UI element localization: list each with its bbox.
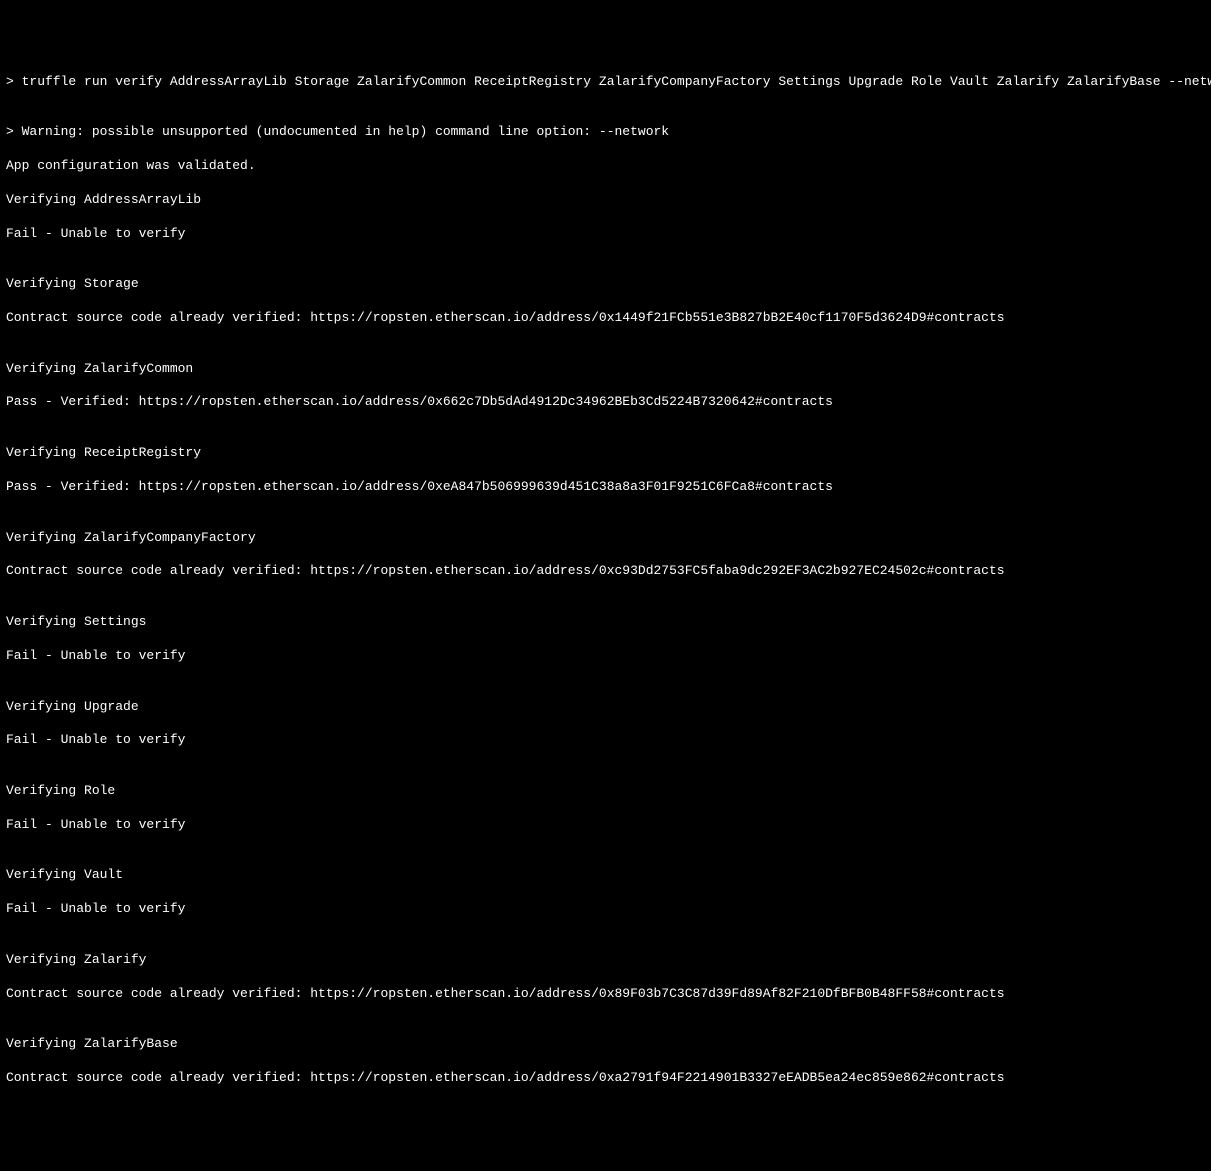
result-line: Contract source code already verified: h… — [6, 1070, 1205, 1087]
result-line: Fail - Unable to verify — [6, 817, 1205, 834]
verifying-line: Verifying ZalarifyCommon — [6, 361, 1205, 378]
result-line: Contract source code already verified: h… — [6, 563, 1205, 580]
verifying-line: Verifying ZalarifyBase — [6, 1036, 1205, 1053]
result-line: Pass - Verified: https://ropsten.ethersc… — [6, 394, 1205, 411]
result-line: Contract source code already verified: h… — [6, 310, 1205, 327]
verifying-line: Verifying Upgrade — [6, 699, 1205, 716]
verifying-line: Verifying ReceiptRegistry — [6, 445, 1205, 462]
result-line: Fail - Unable to verify — [6, 732, 1205, 749]
config-validated-line: App configuration was validated. — [6, 158, 1205, 175]
warning-line: > Warning: possible unsupported (undocum… — [6, 124, 1205, 141]
result-line: Contract source code already verified: h… — [6, 986, 1205, 1003]
verifying-line: Verifying Role — [6, 783, 1205, 800]
verifying-line: Verifying Vault — [6, 867, 1205, 884]
verifying-line: Verifying Settings — [6, 614, 1205, 631]
command-line: > truffle run verify AddressArrayLib Sto… — [6, 74, 1205, 91]
result-line: Fail - Unable to verify — [6, 901, 1205, 918]
result-line: Pass - Verified: https://ropsten.ethersc… — [6, 479, 1205, 496]
verifying-line: Verifying Storage — [6, 276, 1205, 293]
verifying-line: Verifying Zalarify — [6, 952, 1205, 969]
result-line: Fail - Unable to verify — [6, 226, 1205, 243]
result-line: Fail - Unable to verify — [6, 648, 1205, 665]
verifying-line: Verifying AddressArrayLib — [6, 192, 1205, 209]
verifying-line: Verifying ZalarifyCompanyFactory — [6, 530, 1205, 547]
